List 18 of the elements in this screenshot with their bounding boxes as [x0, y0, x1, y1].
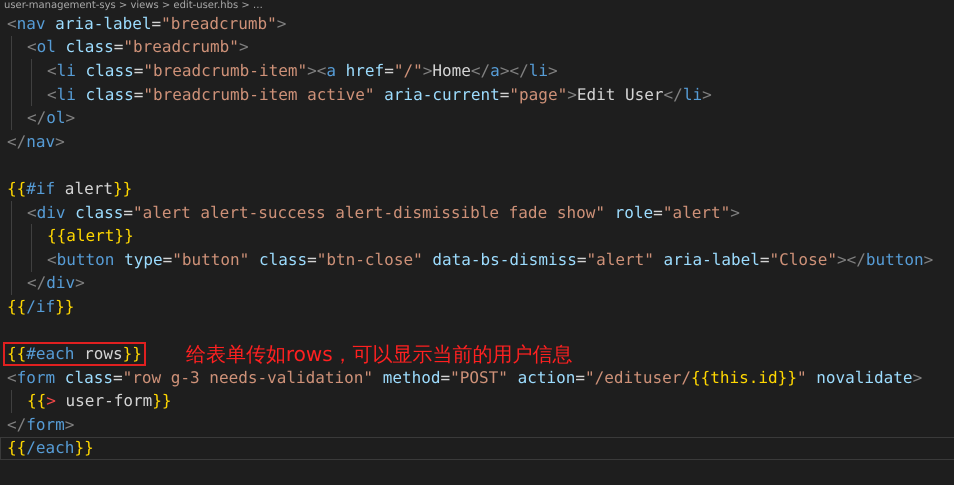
code-line: <div class="alert alert-success alert-dismissible fade show" role="alert">	[27, 202, 740, 224]
code-line: {{#if alert}}	[7, 178, 132, 200]
code-line: {{/each}}	[7, 437, 94, 460]
code-line: {{/if}}	[7, 296, 74, 318]
code-line: </nav>	[7, 130, 65, 153]
annotation-note: 给表单传如rows，可以显示当前的用户信息	[186, 341, 573, 368]
code-line: <li class="breadcrumb-item active" aria-current="page">Edit User</li>	[47, 84, 712, 106]
code-line: {{> user-form}}	[27, 390, 172, 412]
code-line: <button type="button" class="btn-close" data-bs-dismiss="alert" aria-label="Close"></button>	[47, 248, 934, 271]
code-line: </ol>	[27, 107, 76, 130]
code-line: <li class="breadcrumb-item"><a href="/">Home</a></li>	[47, 60, 558, 82]
breadcrumb-path: user-management-sys > views > edit-user.hbs > …	[3, 0, 264, 12]
code-line: </div>	[27, 272, 85, 294]
code-line: </form>	[7, 414, 74, 436]
code-line: {{alert}}	[47, 225, 134, 248]
code-line: <ol class="breadcrumb">	[27, 36, 249, 58]
code-line: <form class="row g-3 needs-validation" method="POST" action="/edituser/{{this.id}}" novalidate>	[7, 366, 922, 389]
code-line: <nav aria-label="breadcrumb">	[7, 12, 286, 35]
